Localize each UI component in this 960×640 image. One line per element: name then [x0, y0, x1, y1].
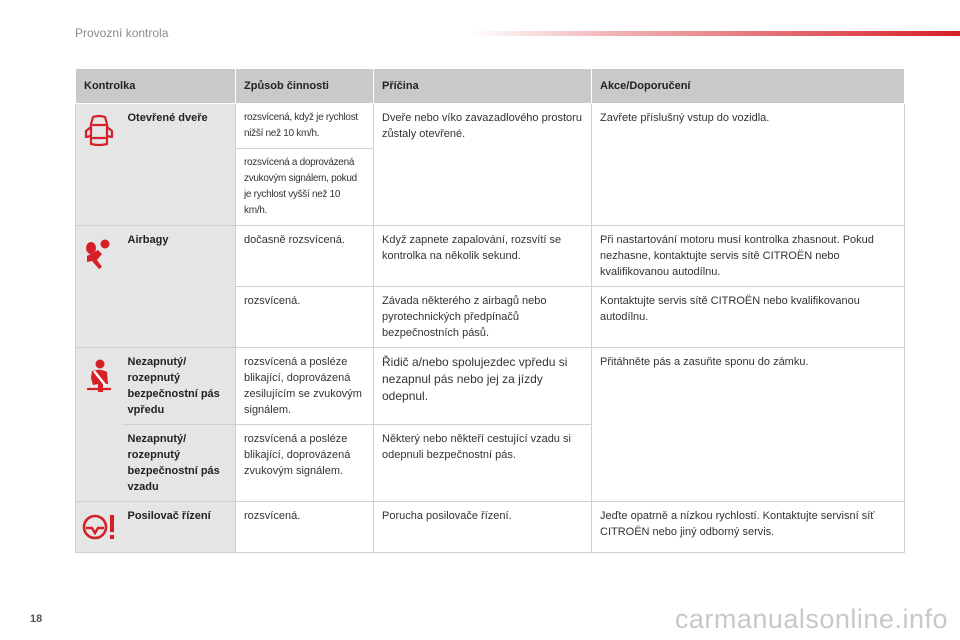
- power-steering-icon: [82, 514, 114, 540]
- doors-mode-2: rozsvícená a doprovázená zvukovým signál…: [235, 148, 374, 226]
- airbag-icon: [85, 239, 110, 269]
- airbags-action-2: Kontaktujte servis sítě CITROËN nebo kva…: [591, 286, 905, 348]
- seatbelt-front-mode: rozsvícená a posléze blikající, doprováz…: [235, 347, 374, 425]
- icon-cell-steering: [75, 501, 122, 553]
- row-name-doors: Otevřené dveře: [121, 103, 236, 226]
- column-header-kontrolka: Kontrolka: [75, 68, 236, 104]
- table-row-steering: Posilovač řízení rozsvícená. Porucha pos…: [75, 501, 905, 553]
- steering-cause: Porucha posilovače řízení.: [373, 501, 592, 553]
- airbags-mode-1: dočasně rozsvícená.: [235, 225, 374, 287]
- page-header-title: Provozní kontrola: [75, 26, 169, 40]
- steering-mode: rozsvícená.: [235, 501, 374, 553]
- airbags-action-1: Při nastartování motoru musí kontrolka z…: [591, 225, 905, 287]
- doors-action: Zavřete příslušný vstup do vozidla.: [591, 103, 905, 226]
- page-number: 18: [30, 613, 43, 625]
- steering-action: Jeďte opatrně a nízkou rychlostí. Kontak…: [591, 501, 905, 553]
- seatbelt-action: Přitáhněte pás a zasuňte sponu do zámku.: [591, 347, 905, 502]
- column-header-pricina: Příčina: [373, 68, 592, 104]
- warning-lights-table: Kontrolka Způsob činnosti Příčina Akce/D…: [75, 68, 905, 553]
- watermark: carmanualsonline.info: [674, 604, 948, 634]
- seatbelt-rear-mode: rozsvícená a posléze blikající, doprováz…: [235, 424, 374, 502]
- table-row-airbags: Airbagy dočasně rozsvícená. Když zapnete…: [75, 225, 905, 348]
- table-header-row: Kontrolka Způsob činnosti Příčina Akce/D…: [75, 68, 905, 104]
- airbags-mode-2: rozsvícená.: [235, 286, 374, 348]
- icon-cell-seatbelt: [75, 347, 122, 502]
- airbags-cause-2: Závada některého z airbagů nebo pyrotech…: [373, 286, 592, 348]
- icon-cell-airbags: [75, 225, 122, 348]
- column-header-akce: Akce/Doporučení: [591, 68, 905, 104]
- column-header-zpusob: Způsob činnosti: [235, 68, 374, 104]
- seatbelt-front-cause: Řidič a/nebo spolujezdec vpředu si nezap…: [373, 347, 592, 425]
- icon-cell-doors: [75, 103, 122, 226]
- header-decoration-bar: [470, 31, 960, 36]
- row-name-seatbelt-front: Nezapnutý/ rozepnutý bezpečnostní pás vp…: [121, 347, 236, 425]
- row-name-steering: Posilovač řízení: [121, 501, 236, 553]
- row-name-airbags: Airbagy: [121, 225, 236, 348]
- seatbelt-icon: [86, 359, 111, 392]
- table-row-doors: Otevřené dveře rozsvícená, když je rychl…: [75, 103, 905, 226]
- seatbelt-rear-cause: Některý nebo někteří cestující vzadu si …: [373, 424, 592, 502]
- row-name-seatbelt-rear: Nezapnutý/ rozepnutý bezpečnostní pás vz…: [121, 424, 236, 502]
- doors-cause: Dveře nebo víko zavazadlového prostoru z…: [373, 103, 592, 226]
- doors-mode-1: rozsvícená, když je rychlost nižší než 1…: [235, 103, 374, 149]
- car-doors-open-icon: [84, 114, 113, 147]
- table-row-seatbelt-front: Nezapnutý/ rozepnutý bezpečnostní pás vp…: [75, 347, 905, 502]
- airbags-cause-1: Když zapnete zapalování, rozsvítí se kon…: [373, 225, 592, 287]
